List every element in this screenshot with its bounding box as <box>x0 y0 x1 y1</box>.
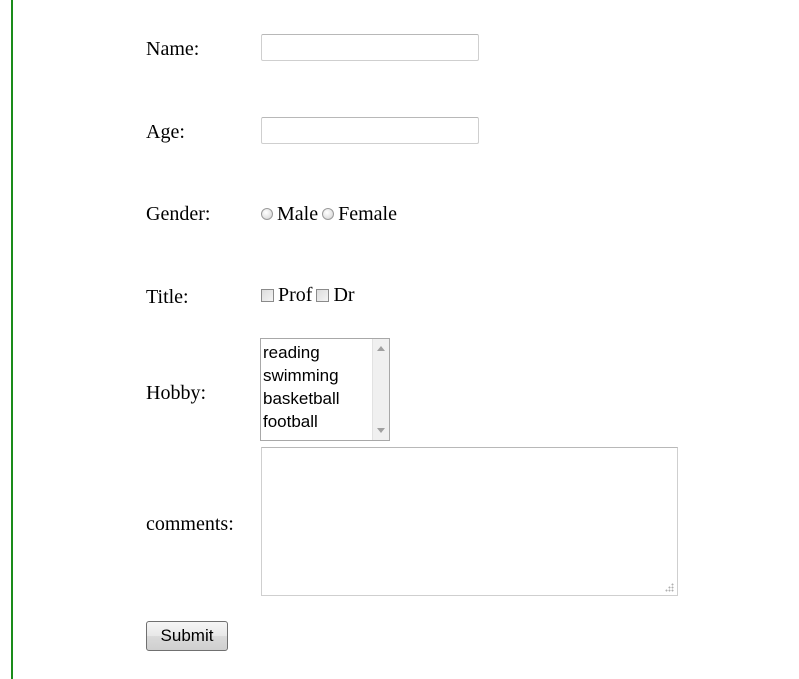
title-dr-label[interactable]: Dr <box>333 283 354 307</box>
hobby-listbox-scrollbar[interactable] <box>372 339 389 440</box>
title-label: Title: <box>146 286 189 308</box>
hobby-option-basketball[interactable]: basketball <box>263 387 371 410</box>
title-dr-checkbox[interactable] <box>316 288 330 302</box>
title-prof-label[interactable]: Prof <box>278 283 312 307</box>
submit-button[interactable]: Submit <box>146 621 228 651</box>
comments-label: comments: <box>146 513 234 535</box>
hobby-option-swimming[interactable]: swimming <box>263 364 371 387</box>
scroll-up-arrow-icon[interactable] <box>377 346 385 351</box>
hobby-label: Hobby: <box>146 382 206 404</box>
comments-textarea[interactable] <box>261 447 678 596</box>
hobby-option-football[interactable]: football <box>263 410 371 433</box>
gender-male-radio[interactable] <box>261 208 273 220</box>
resize-grip-icon[interactable] <box>665 583 674 592</box>
gender-female-label[interactable]: Female <box>338 202 397 226</box>
left-border-rule <box>11 0 13 679</box>
name-label: Name: <box>146 38 200 60</box>
age-input[interactable] <box>261 117 479 144</box>
gender-label: Gender: <box>146 203 211 225</box>
gender-male-label[interactable]: Male <box>277 202 318 226</box>
scroll-down-arrow-icon[interactable] <box>377 428 385 433</box>
gender-female-radio[interactable] <box>322 208 335 220</box>
title-checkbox-group: Prof Dr <box>261 283 359 307</box>
gender-radio-group: Male Female <box>261 202 401 226</box>
hobby-option-reading[interactable]: reading <box>263 341 371 364</box>
hobby-listbox[interactable]: reading swimming basketball football <box>260 338 390 441</box>
age-label: Age: <box>146 121 185 143</box>
title-prof-checkbox[interactable] <box>261 288 274 302</box>
name-input[interactable] <box>261 34 479 61</box>
